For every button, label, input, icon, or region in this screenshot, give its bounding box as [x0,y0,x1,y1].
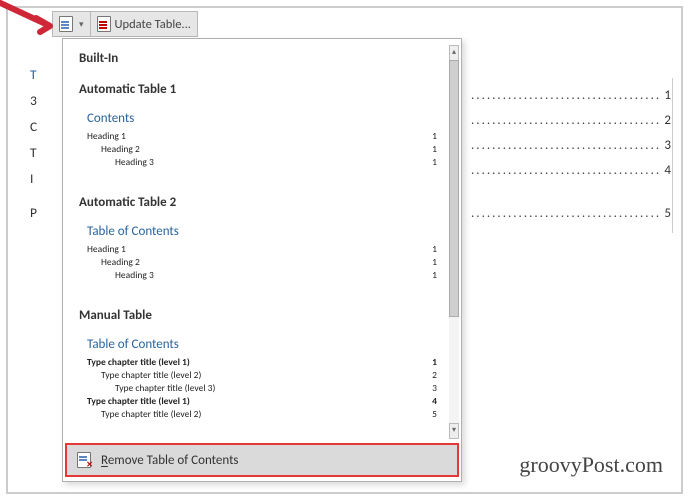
preview-contents-title: Table of Contents [87,224,437,239]
toc-entry-page: 1 [432,143,437,155]
toc-entry-page: 3 [432,382,437,394]
preview-contents-title: Table of Contents [87,337,437,352]
toc-entry: Type chapter title (level 2) 5 [87,408,437,421]
toc-gallery-menu: Built-In Automatic Table 1 Contents Head… [62,38,462,482]
toc-entry-page: 1 [432,356,437,368]
toc-entry-label: Type chapter title (level 2) [101,369,201,381]
toc-entry: Heading 3 1 [87,156,437,169]
toc-entry-label: Type chapter title (level 3) [115,382,215,394]
preview-contents-title: Contents [87,111,437,126]
toc-toolbar: ▾ Update Table... [52,11,198,37]
manual-table-title: Manual Table [65,298,459,329]
toc-entry-label: Heading 2 [101,256,140,268]
scroll-up-button[interactable]: ▴ [449,45,459,61]
scrollbar-thumb[interactable] [449,60,459,317]
remove-document-icon [77,452,91,468]
update-table-button[interactable]: Update Table... [91,12,197,36]
toc-entry: Heading 1 1 [87,243,437,256]
toc-entry-label: Heading 1 [87,243,126,255]
toc-entry-label: Heading 1 [87,130,126,142]
chevron-down-icon: ▾ [77,19,84,30]
toc-dropdown-button[interactable]: ▾ [53,12,91,36]
toc-entry-label: Heading 3 [115,269,154,281]
toc-entry-page: 1 [432,130,437,142]
builtin-header: Built-In [65,41,459,72]
toc-entry-label: Type chapter title (level 2) [101,408,201,420]
auto-table-1-title: Automatic Table 1 [65,72,459,103]
manual-table-preview[interactable]: Table of Contents Type chapter title (le… [75,329,449,449]
document-icon [59,16,73,32]
toc-entry-page: 4 [432,395,437,407]
auto-table-2-preview[interactable]: Table of Contents Heading 11Heading 21He… [75,216,449,296]
toc-entry: Type chapter title (level 2) 2 [87,369,437,382]
remove-toc-label: Remove Table of Contents [101,453,239,468]
toc-entry: Heading 1 1 [87,130,437,143]
update-table-label: Update Table... [115,17,191,32]
toc-entry-label: Type chapter title (level 1) [87,356,190,368]
menu-scrollbar[interactable]: ▴ ▾ [449,45,459,439]
toc-entry: Heading 2 1 [87,256,437,269]
toc-entry-page: 1 [432,243,437,255]
toc-entry-page: 1 [432,156,437,168]
toc-entry-page: 2 [432,369,437,381]
toc-entry-page: 5 [432,408,437,420]
refresh-document-icon [97,16,111,32]
toc-entry-page: 1 [432,256,437,268]
document-toc-background: 1 2 3 4 5 [471,88,681,231]
toc-entry: Type chapter title (level 1) 4 [87,395,437,408]
watermark: groovyPost.com [519,452,663,478]
auto-table-2-title: Automatic Table 2 [65,185,459,216]
scrollbar-track[interactable] [449,60,459,424]
toc-entry: Type chapter title (level 3) 3 [87,382,437,395]
toc-entry: Heading 3 1 [87,269,437,282]
toc-entry-label: Type chapter title (level 1) [87,395,190,407]
document-left-margin: T 3 C T I P [30,62,37,226]
toc-entry-label: Heading 3 [115,156,154,168]
scroll-down-button[interactable]: ▾ [449,423,459,439]
toc-entry: Heading 2 1 [87,143,437,156]
remove-table-of-contents-button[interactable]: Remove Table of Contents [67,445,457,475]
auto-table-1-preview[interactable]: Contents Heading 1 1 Heading 2 1 Heading 3 1 [75,103,449,183]
toc-entry-label: Heading 2 [101,143,140,155]
toc-entry-page: 1 [432,269,437,281]
toc-entry: Type chapter title (level 1) 1 [87,356,437,369]
